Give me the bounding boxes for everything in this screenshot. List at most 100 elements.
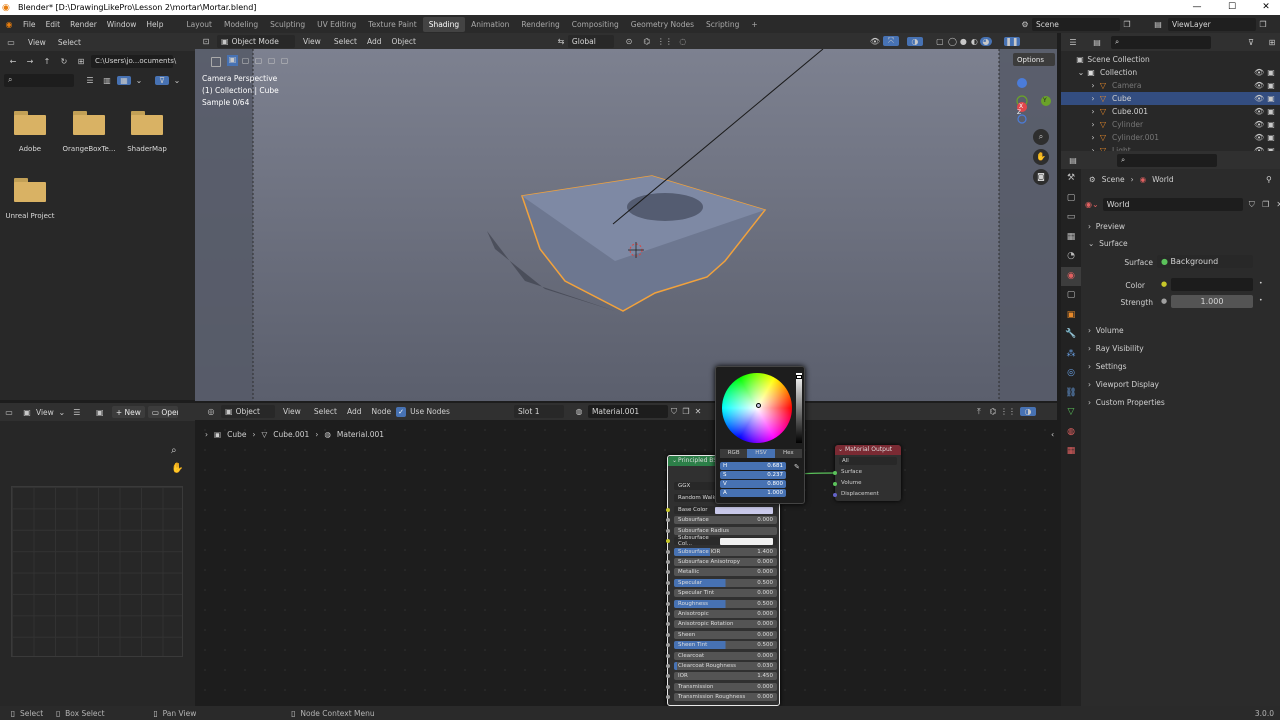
- select-new-icon[interactable]: ▣: [227, 55, 238, 66]
- collapse-chevron-icon[interactable]: ⌄: [672, 457, 677, 464]
- image-canvas-grid[interactable]: [11, 486, 183, 657]
- render-tab-icon[interactable]: ▢: [1061, 189, 1081, 209]
- tab-sculpting[interactable]: Sculpting: [264, 17, 311, 32]
- tab-rgb[interactable]: RGB: [720, 449, 748, 458]
- unlink-material-icon[interactable]: ✕: [692, 407, 704, 416]
- duplicate-material-icon[interactable]: ❐: [680, 407, 692, 416]
- filter-icon[interactable]: ⊽: [1241, 38, 1261, 47]
- tab-uv-editing[interactable]: UV Editing: [311, 17, 362, 32]
- world-color-swatch[interactable]: [1171, 278, 1253, 291]
- unlink-world-icon[interactable]: ✕: [1275, 200, 1280, 209]
- vertical-list-icon[interactable]: ☰: [83, 76, 97, 85]
- xray-icon[interactable]: ▢: [933, 37, 947, 46]
- outliner-item[interactable]: › ▽ Cube 👁 ▣: [1061, 92, 1280, 105]
- minimize-button[interactable]: —: [1185, 0, 1209, 15]
- tab-animation[interactable]: Animation: [465, 17, 515, 32]
- input-socket[interactable]: [666, 518, 670, 523]
- menu-help[interactable]: Help: [141, 20, 168, 29]
- gizmo-toggle-icon[interactable]: ⤧: [882, 36, 899, 46]
- horizontal-list-icon[interactable]: ▥: [100, 76, 114, 85]
- options-dropdown[interactable]: Options: [1013, 53, 1055, 66]
- panel-ray-visibility[interactable]: › Ray Visibility: [1083, 340, 1275, 357]
- chevron-down-icon[interactable]: ⌄: [172, 76, 182, 85]
- panel-surface[interactable]: ⌄ Surface: [1083, 235, 1275, 252]
- fb-menu-view[interactable]: View: [22, 38, 52, 47]
- bsdf-input-row[interactable]: Transmission 0.000: [666, 682, 777, 691]
- picker-value-field[interactable]: H 0.681: [720, 462, 786, 470]
- editor-type-icon[interactable]: ⊡: [195, 37, 217, 46]
- strength-field[interactable]: 1.000: [1171, 295, 1253, 308]
- folder-item[interactable]: Adobe: [0, 111, 60, 153]
- zoom-icon[interactable]: ⌕: [171, 445, 177, 456]
- bsdf-input-row[interactable]: Metallic 0.000: [666, 568, 777, 577]
- ie-menu-view[interactable]: View: [36, 408, 54, 417]
- rendered-shading-icon[interactable]: ◕: [979, 36, 992, 46]
- outliner-root[interactable]: ▣ Scene Collection: [1061, 53, 1280, 66]
- menu-edit[interactable]: Edit: [41, 20, 66, 29]
- bsdf-input-row[interactable]: Sheen Tint 0.500: [666, 641, 777, 650]
- visibility-eye-icon[interactable]: 👁: [1254, 120, 1264, 129]
- ne-menu-view[interactable]: View: [275, 407, 309, 416]
- outliner-search-input[interactable]: ⌕: [1111, 35, 1211, 49]
- breadcrumb-scene[interactable]: Scene: [1102, 175, 1125, 184]
- input-socket[interactable]: [666, 508, 670, 512]
- visibility-eye-icon[interactable]: 👁: [1254, 107, 1264, 116]
- outliner-item[interactable]: › ▽ Cube.001 👁 ▣: [1061, 105, 1280, 118]
- bsdf-input-row[interactable]: Clearcoat 0.000: [666, 651, 777, 660]
- select-tool-icon[interactable]: [211, 57, 221, 67]
- input-socket[interactable]: [666, 570, 670, 575]
- sidebar-toggle-icon[interactable]: ‹: [1051, 430, 1054, 439]
- pause-render-icon[interactable]: ❚❚: [1003, 36, 1020, 46]
- bsdf-input-row[interactable]: Clearcoat Roughness 0.030: [666, 662, 777, 670]
- particles-tab-icon[interactable]: ⁂: [1061, 345, 1081, 365]
- displacement-socket[interactable]: [833, 493, 837, 497]
- render-visibility-icon[interactable]: ▣: [1266, 107, 1276, 116]
- panel-settings[interactable]: › Settings: [1083, 358, 1275, 375]
- tab-scripting[interactable]: Scripting: [700, 17, 745, 32]
- world-tab-icon[interactable]: ◉: [1061, 266, 1081, 286]
- overlay-toggle-icon[interactable]: ◑: [1019, 407, 1036, 416]
- parent-node-tree-icon[interactable]: ⤒: [972, 407, 986, 417]
- bsdf-input-row[interactable]: Subsurface 0.000: [666, 516, 777, 525]
- path-field[interactable]: C:\Users\jo...ocuments\: [91, 54, 176, 68]
- vp-menu-view[interactable]: View: [295, 37, 329, 46]
- chevron-right-icon[interactable]: ›: [1089, 107, 1097, 116]
- visibility-icon[interactable]: 👁: [867, 37, 883, 46]
- world-name-field[interactable]: World: [1102, 198, 1243, 211]
- volume-socket[interactable]: [833, 482, 837, 486]
- display-mode-icon[interactable]: ▤: [1087, 38, 1107, 47]
- tab-hsv[interactable]: HSV: [747, 449, 775, 458]
- render-visibility-icon[interactable]: ▣: [1266, 133, 1276, 142]
- fake-user-icon[interactable]: ⛉: [1247, 200, 1257, 210]
- material-name-field[interactable]: Material.001: [587, 405, 668, 418]
- bsdf-input-row[interactable]: Subsurface Col...: [666, 535, 777, 547]
- input-socket[interactable]: [666, 622, 670, 627]
- input-socket[interactable]: [666, 664, 670, 668]
- add-workspace-button[interactable]: +: [745, 17, 763, 32]
- texture-tab-icon[interactable]: ▦: [1061, 442, 1081, 462]
- input-socket[interactable]: [666, 601, 670, 606]
- keyframe-dot-icon[interactable]: •: [1259, 297, 1263, 304]
- new-folder-icon[interactable]: ⊞: [74, 57, 88, 66]
- camera-view-icon[interactable]: ◙: [1033, 169, 1049, 185]
- input-socket[interactable]: [666, 674, 670, 679]
- color-swatch[interactable]: [720, 537, 773, 545]
- chevron-right-icon[interactable]: ›: [1089, 133, 1097, 142]
- filter-icon[interactable]: ⊽: [155, 75, 169, 85]
- float-socket-icon[interactable]: ●: [1161, 297, 1167, 305]
- input-socket[interactable]: [666, 643, 670, 648]
- hamburger-icon[interactable]: ☰: [70, 408, 84, 417]
- node-title[interactable]: Material Output: [835, 445, 901, 455]
- render-visibility-icon[interactable]: ▣: [1266, 120, 1276, 129]
- tab-modeling[interactable]: Modeling: [218, 17, 264, 32]
- proportional-edit-icon[interactable]: ◌: [674, 37, 692, 46]
- physics-tab-icon[interactable]: ◎: [1061, 364, 1081, 384]
- eyedropper-icon[interactable]: ✎: [794, 463, 800, 471]
- bsdf-input-row[interactable]: Subsurface IOR 1.400: [666, 547, 777, 556]
- pivot-icon[interactable]: ⊙: [620, 37, 638, 46]
- breadcrumb-world[interactable]: World: [1152, 175, 1174, 184]
- solid-shading-icon[interactable]: ●: [958, 37, 969, 46]
- input-socket[interactable]: [666, 591, 670, 596]
- picker-value-field[interactable]: S 0.237: [720, 471, 786, 479]
- output-tab-icon[interactable]: ▭: [1061, 208, 1081, 228]
